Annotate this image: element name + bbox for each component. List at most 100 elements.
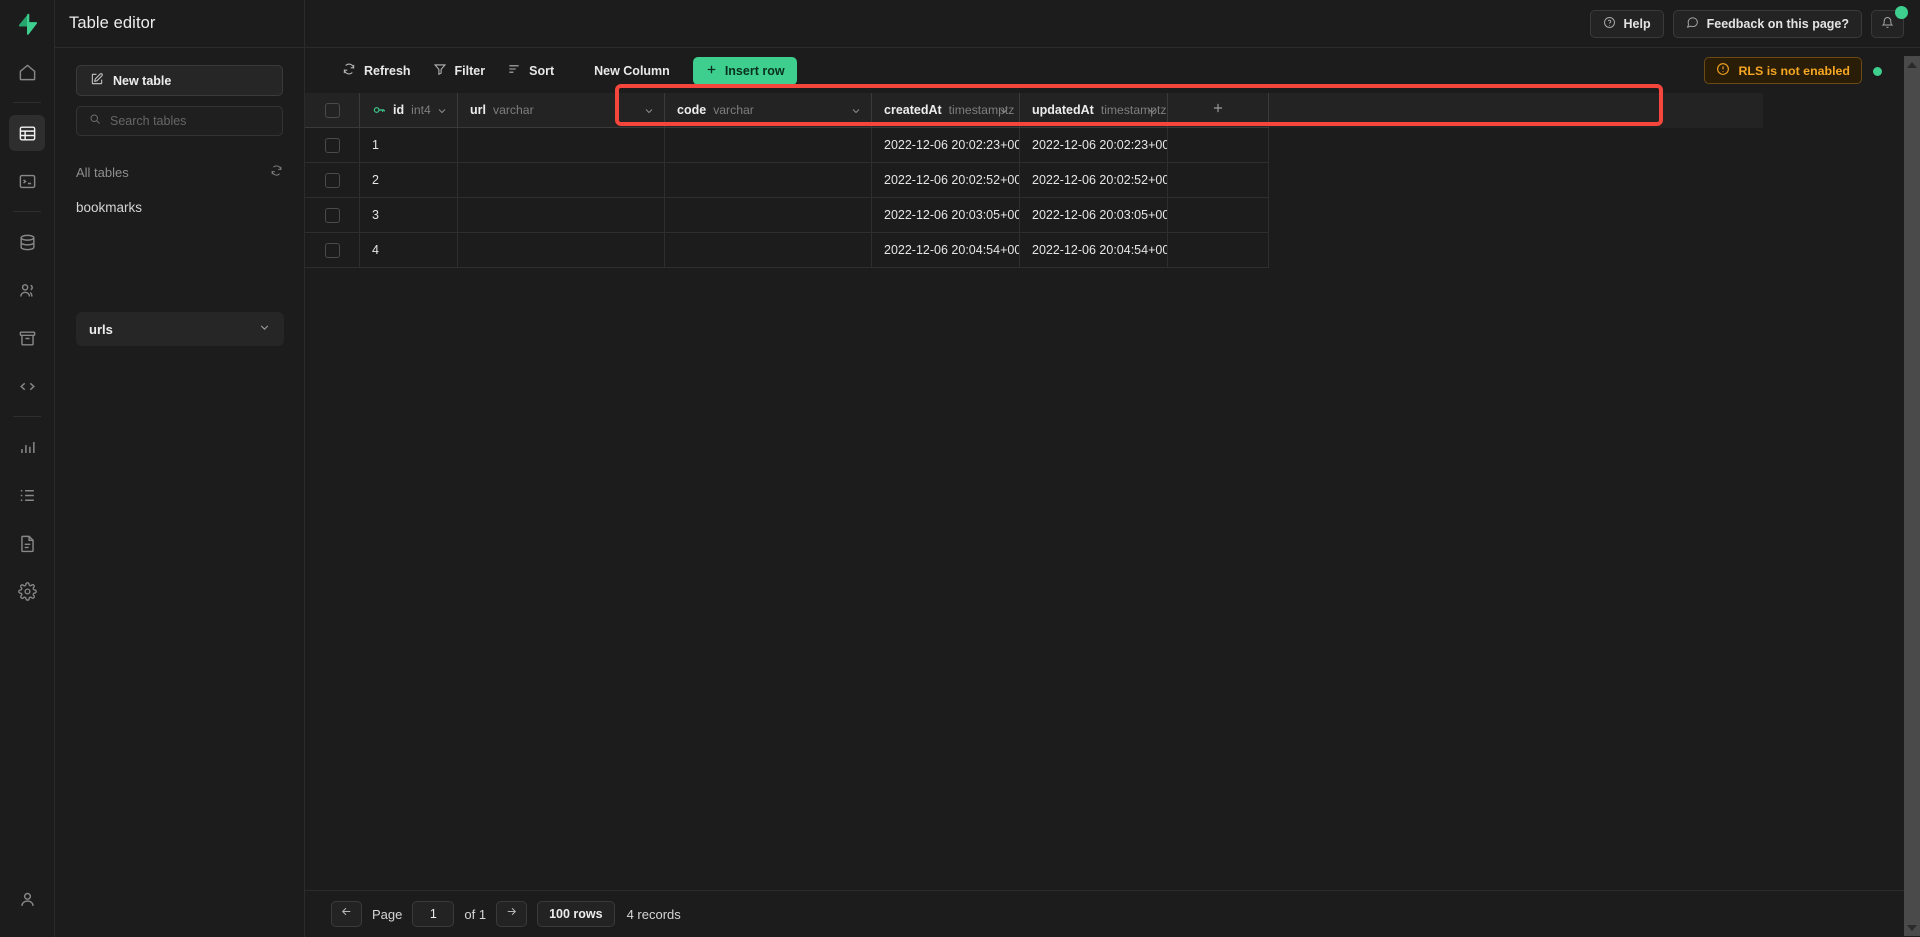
column-name: code [677,103,707,117]
row-select-checkbox[interactable] [305,198,360,233]
rail-divider-2 [13,211,41,212]
cell-row-tail [1168,163,1269,198]
new-column-button[interactable]: New Column [583,57,681,85]
feedback-button[interactable]: Feedback on this page? [1672,9,1862,38]
nav-settings[interactable] [9,573,45,609]
search-tables-field[interactable] [76,106,283,136]
vertical-scrollbar[interactable] [1904,72,1920,919]
cell-updatedAt[interactable]: 2022-12-06 20:04:54+00 [1020,233,1168,268]
column-header-code[interactable]: code varchar [665,93,872,128]
new-table-button[interactable]: New table [76,65,283,96]
account-button[interactable] [0,875,55,923]
nav-database[interactable] [9,224,45,260]
table-row[interactable]: 2 2022-12-06 20:02:52+00 2022-12-06 20:02:… [305,163,1763,198]
cell-id[interactable]: 3 [360,198,458,233]
refresh-button[interactable]: Refresh [331,57,422,85]
refresh-icon [342,62,356,79]
sort-button[interactable]: Sort [496,57,565,85]
nav-documentation[interactable] [9,525,45,561]
search-input[interactable] [110,114,280,128]
column-header-url[interactable]: url varchar [458,93,665,128]
nav-sql-editor[interactable] [9,163,45,199]
refresh-icon[interactable] [270,164,283,180]
connection-status-dot [1873,67,1882,76]
pagination-bar: Page 1 of 1 100 rows 4 records [305,890,1920,937]
table-row[interactable]: 3 2022-12-06 20:03:05+00 2022-12-06 20:03:… [305,198,1763,233]
checkbox-icon [324,172,340,188]
cell-id[interactable]: 2 [360,163,458,198]
scrollbar-up-button[interactable] [1904,56,1920,73]
top-bar: Help Feedback on this page? [305,0,1920,48]
cell-id[interactable]: 4 [360,233,458,268]
record-count-label: 4 records [626,906,681,922]
chevron-down-icon[interactable] [436,104,448,116]
cell-createdAt[interactable]: 2022-12-06 20:03:05+00 [872,198,1020,233]
cell-createdAt[interactable]: 2022-12-06 20:04:54+00 [872,233,1020,268]
new-table-icon [90,72,104,89]
cell-url[interactable] [458,198,665,233]
nav-table-editor[interactable] [9,115,45,151]
rows-per-page-selector[interactable]: 100 rows [537,901,615,927]
column-header-id[interactable]: id int4 [360,93,458,128]
page-total-label: of 1 [464,906,487,922]
next-page-button[interactable] [496,901,528,927]
table-list-item-label: bookmarks [76,200,143,215]
insert-row-button[interactable]: Insert row [692,56,797,85]
all-tables-header: All tables [76,164,283,180]
nav-logs[interactable] [9,477,45,513]
cell-code[interactable] [665,163,872,198]
help-button[interactable]: Help [1589,9,1664,38]
nav-authentication[interactable] [9,272,45,308]
insert-row-label: Insert row [724,63,785,78]
chevron-down-icon[interactable] [1146,104,1158,116]
chevron-down-icon[interactable] [850,104,862,116]
row-select-checkbox[interactable] [305,233,360,268]
cell-createdAt[interactable]: 2022-12-06 20:02:52+00 [872,163,1020,198]
previous-page-button[interactable] [331,901,362,927]
select-all-rows-checkbox[interactable] [305,93,360,128]
column-name: createdAt [884,103,942,117]
cell-createdAt[interactable]: 2022-12-06 20:02:23+00 [872,128,1020,163]
plus-icon [705,63,718,79]
schema-selector[interactable]: urls [76,312,284,346]
add-column-button[interactable] [1168,93,1269,128]
cell-url[interactable] [458,163,665,198]
column-type: varchar [492,103,534,117]
supabase-logo[interactable] [0,0,54,48]
rls-status-badge[interactable]: RLS is not enabled [1704,57,1862,84]
cell-updatedAt[interactable]: 2022-12-06 20:02:23+00 [1020,128,1168,163]
chevron-down-icon[interactable] [998,104,1010,116]
cell-code[interactable] [665,128,872,163]
checkbox-icon [324,207,340,223]
cell-updatedAt[interactable]: 2022-12-06 20:02:52+00 [1020,163,1168,198]
table-row[interactable]: 4 2022-12-06 20:04:54+00 2022-12-06 20:04:… [305,233,1763,268]
nav-home[interactable] [9,54,45,90]
nav-api[interactable] [9,368,45,404]
question-mark-icon [1603,16,1616,32]
table-row[interactable]: 1 2022-12-06 20:02:23+00 2022-12-06 20:02:… [305,128,1763,163]
cell-url[interactable] [458,128,665,163]
column-header-createdAt[interactable]: createdAt timestamptz [872,93,1020,128]
table-list-item-bookmarks[interactable]: bookmarks [76,200,283,215]
notifications-button[interactable] [1871,5,1908,38]
filter-button[interactable]: Filter [422,57,497,85]
filter-label: Filter [454,63,486,78]
row-select-checkbox[interactable] [305,163,360,198]
cell-id[interactable]: 1 [360,128,458,163]
user-icon[interactable] [10,881,46,917]
column-header-updatedAt[interactable]: updatedAt timestamptz [1020,93,1168,128]
page-number-input[interactable]: 1 [412,901,455,927]
sidebar-header: Table editor [55,0,304,48]
cell-updatedAt[interactable]: 2022-12-06 20:03:05+00 [1020,198,1168,233]
cell-url[interactable] [458,233,665,268]
cell-code[interactable] [665,198,872,233]
chevron-down-icon[interactable] [643,104,655,116]
row-select-checkbox[interactable] [305,128,360,163]
cell-code[interactable] [665,233,872,268]
table-editor-app: Table editor New table All tables [0,0,1920,937]
sidebar-body: New table All tables bookmarks [55,48,304,215]
scrollbar-down-button[interactable] [1904,919,1920,936]
nav-storage[interactable] [9,320,45,356]
column-type: int4 [411,103,431,117]
nav-reports[interactable] [9,429,45,465]
